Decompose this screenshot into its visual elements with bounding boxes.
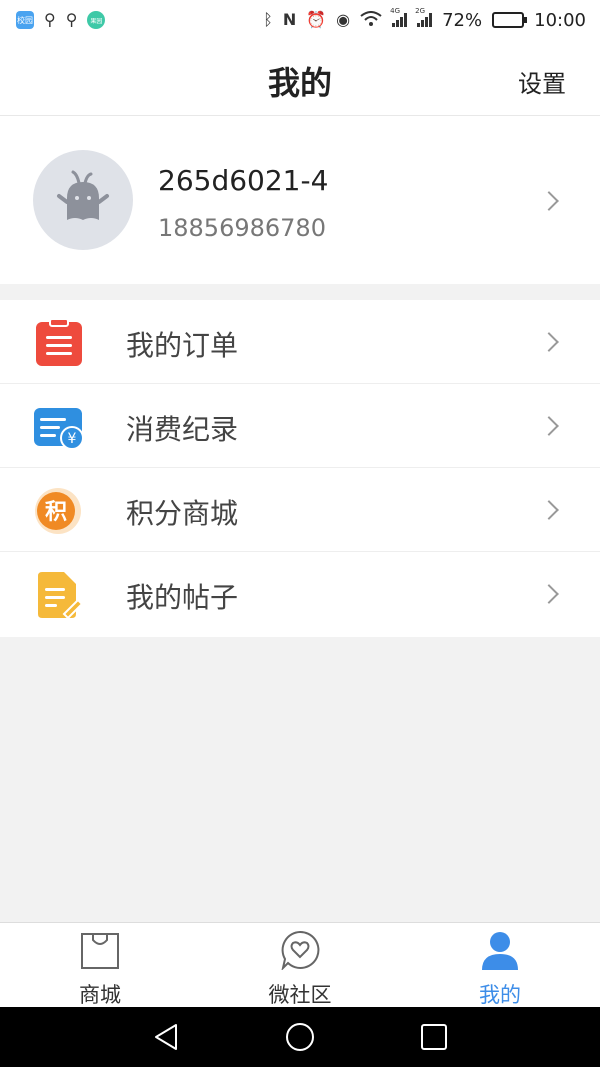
my-posts-icon [38,572,84,620]
tab-label: 我的 [479,983,521,1007]
menu-item-my-orders[interactable]: 我的订单 [0,300,600,384]
home-icon[interactable] [284,1021,316,1053]
chevron-right-icon [539,191,559,211]
status-bar-right: ᛒ N ⏰ ◉ 4G 2G 72% 10:00 [263,7,586,31]
back-icon[interactable] [150,1021,182,1053]
tab-mine[interactable]: 我的 [400,923,600,1008]
status-bar-left: 校园 ⚲ ⚲ 果园 [16,10,106,29]
tab-mall[interactable]: 商城 [0,923,200,1008]
menu-item-label: 我的订单 [126,329,239,362]
menu-item-label: 积分商城 [126,497,239,530]
chevron-right-icon [539,416,559,436]
yen-glyph: ¥ [68,431,77,447]
menu-item-label: 我的帖子 [126,581,239,614]
bluetooth-icon: ᛒ [263,10,273,29]
signal-4g-icon: 4G [390,7,408,27]
profile-card[interactable]: 265d6021-4 18856986780 [0,116,600,284]
recent-apps-icon[interactable] [418,1021,450,1053]
battery-percent: 72% [442,9,483,31]
tab-label: 商城 [79,983,121,1007]
page-title: 我的 [267,64,332,102]
status-bar: 校园 ⚲ ⚲ 果园 ᛒ N ⏰ ◉ 4G 2G 72% 10:00 [0,0,600,40]
menu-item-label: 消费纪录 [126,413,239,446]
points-badge-char: 积 [45,500,67,525]
bottom-tab-bar: 商城 微社区 我的 [0,922,600,1007]
menu-item-my-posts[interactable]: 我的帖子 [0,552,600,637]
fruit-app-icon: 果园 [87,11,106,29]
menu-item-points-mall[interactable]: 积 积分商城 [0,468,600,552]
network-type-2g: 2G [415,7,425,15]
nfc-icon: N [282,10,297,29]
avatar[interactable] [33,150,133,250]
eye-comfort-icon: ◉ [336,10,351,29]
usb-icon-2: ⚲ [65,10,78,29]
shopping-bag-icon [81,933,119,969]
phone-number: 18856986780 [158,214,326,242]
chevron-right-icon [539,584,559,604]
campus-app-icon: 校园 [16,11,34,29]
system-navigation-bar [0,1007,600,1067]
heart-chat-icon [281,930,320,970]
chevron-right-icon [539,500,559,520]
wifi-icon [360,10,382,30]
menu-item-consumption-record[interactable]: ¥ 消费纪录 [0,384,600,468]
username: 265d6021-4 [158,164,329,197]
settings-button[interactable]: 设置 [518,64,566,99]
usb-icon: ⚲ [44,10,56,29]
alarm-icon: ⏰ [306,10,327,29]
tab-label: 微社区 [268,983,332,1007]
chevron-right-icon [539,332,559,352]
points-mall-icon: 积 [35,488,81,534]
order-list-icon [36,318,82,366]
default-avatar-icon [57,170,109,220]
battery-icon [492,12,528,28]
header: 我的 设置 [0,40,600,116]
signal-2g-icon: 2G [415,7,433,27]
menu-list: 我的订单 ¥ 消费纪录 积 积分商城 我的帖子 [0,300,600,637]
clock: 10:00 [534,9,586,31]
consumption-record-icon: ¥ [34,408,84,450]
user-icon [482,932,518,970]
network-type-4g: 4G [390,7,400,15]
tab-community[interactable]: 微社区 [200,923,400,1008]
